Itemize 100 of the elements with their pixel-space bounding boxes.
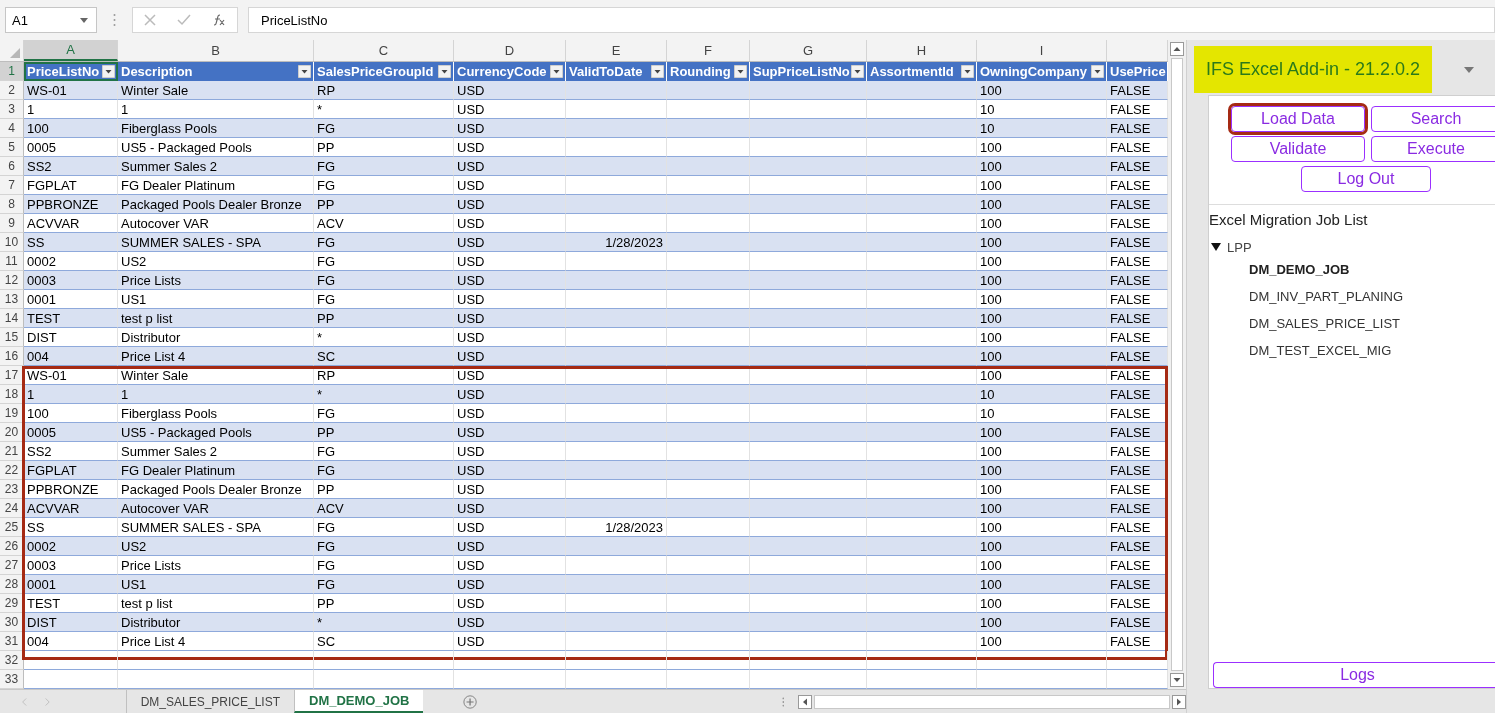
table-cell: USD (454, 271, 566, 290)
formula-field[interactable]: PriceListNo (248, 7, 1495, 33)
table-cell: USD (454, 423, 566, 442)
table-cell: 10 (977, 119, 1107, 138)
logs-button[interactable]: Logs (1213, 662, 1495, 688)
filter-dropdown-icon[interactable] (851, 65, 864, 78)
filter-dropdown-icon[interactable] (734, 65, 747, 78)
check-icon[interactable] (177, 14, 191, 26)
filter-dropdown-icon[interactable] (1091, 65, 1104, 78)
table-cell: DIST (24, 613, 118, 632)
table-cell: FG (314, 119, 454, 138)
name-box[interactable]: A1 (5, 7, 97, 33)
table-cell: Price Lists (118, 271, 314, 290)
table-cell: Distributor (118, 613, 314, 632)
column-letter[interactable]: I (977, 40, 1107, 61)
column-letter[interactable]: F (667, 40, 750, 61)
column-header-label: UsePrice (1110, 64, 1166, 79)
tree-node[interactable]: LPP (1209, 238, 1495, 256)
filter-dropdown-icon[interactable] (550, 65, 563, 78)
table-cell: * (314, 613, 454, 632)
filter-dropdown-icon[interactable] (102, 65, 115, 78)
table-cell: 1 (118, 385, 314, 404)
scroll-left-icon[interactable] (798, 694, 813, 709)
row-number: 30 (0, 613, 24, 632)
table-cell: 0001 (24, 575, 118, 594)
row-number: 10 (0, 233, 24, 252)
scroll-right-icon[interactable] (1172, 694, 1186, 709)
row-number: 32 (0, 651, 24, 670)
row-number: 23 (0, 480, 24, 499)
row-number: 24 (0, 499, 24, 518)
table-cell: US5 - Packaged Pools (118, 423, 314, 442)
filter-dropdown-icon[interactable] (961, 65, 974, 78)
filter-dropdown-icon[interactable] (298, 65, 311, 78)
column-letter[interactable]: H (867, 40, 977, 61)
table-cell: SUMMER SALES - SPA (118, 233, 314, 252)
table-cell: WS-01 (24, 81, 118, 100)
table-cell: USD (454, 195, 566, 214)
filter-dropdown-icon[interactable] (651, 65, 664, 78)
scrollbar-thumb[interactable] (814, 694, 1170, 709)
table-cell: 100 (977, 499, 1107, 518)
table-cell: 100 (977, 461, 1107, 480)
column-letter[interactable]: B (118, 40, 314, 61)
row-number: 5 (0, 138, 24, 157)
addin-button[interactable]: Validate (1231, 136, 1365, 162)
row-number: 17 (0, 366, 24, 385)
row-number: 11 (0, 252, 24, 271)
scrollbar-thumb[interactable] (1171, 58, 1183, 671)
function-icon[interactable] (212, 14, 227, 26)
table-cell: Packaged Pools Dealer Bronze (118, 195, 314, 214)
sheet-tab[interactable]: DM_DEMO_JOB (294, 690, 424, 713)
table-cell: USD (454, 309, 566, 328)
row-number: 16 (0, 347, 24, 366)
table-cell: 004 (24, 632, 118, 651)
table-cell: PP (314, 423, 454, 442)
table-cell: Fiberglass Pools (118, 119, 314, 138)
table-cell: USD (454, 233, 566, 252)
table-cell: test p list (118, 309, 314, 328)
row-number: 13 (0, 290, 24, 309)
table-cell: 100 (977, 613, 1107, 632)
row-number: 25 (0, 518, 24, 537)
table-cell: ACV (314, 499, 454, 518)
table-cell: 100 (977, 157, 1107, 176)
table-cell: FG (314, 157, 454, 176)
job-item[interactable]: DM_DEMO_JOB (1209, 256, 1495, 283)
column-letter[interactable]: E (566, 40, 667, 61)
table-cell: 100 (977, 233, 1107, 252)
table-cell: 100 (977, 309, 1107, 328)
row-number: 26 (0, 537, 24, 556)
job-list-title: Excel Migration Job List (1209, 211, 1369, 228)
table-cell: TEST (24, 309, 118, 328)
table-cell: PP (314, 309, 454, 328)
column-header-label: CurrencyCode (457, 64, 547, 79)
row-number: 28 (0, 575, 24, 594)
column-letter[interactable]: C (314, 40, 454, 61)
table-cell: 10 (977, 385, 1107, 404)
addin-button[interactable]: Load Data (1231, 106, 1365, 132)
column-letter[interactable]: D (454, 40, 566, 61)
scroll-down-icon[interactable] (1170, 673, 1184, 687)
expanded-triangle-icon[interactable] (1211, 242, 1221, 252)
row-number: 14 (0, 309, 24, 328)
row-number: 4 (0, 119, 24, 138)
table-cell: USD (454, 575, 566, 594)
table-cell: USD (454, 461, 566, 480)
row-number: 12 (0, 271, 24, 290)
filter-dropdown-icon[interactable] (438, 65, 451, 78)
column-letter[interactable]: A (24, 40, 118, 61)
addin-button[interactable]: Log Out (1301, 166, 1431, 192)
addin-button[interactable]: Search (1371, 106, 1495, 132)
job-item[interactable]: DM_SALES_PRICE_LIST (1209, 310, 1495, 337)
table-cell: SC (314, 347, 454, 366)
addin-button[interactable]: Execute (1371, 136, 1495, 162)
caret-icon[interactable] (1464, 66, 1475, 73)
table-cell: USD (454, 385, 566, 404)
job-item[interactable]: DM_INV_PART_PLANING (1209, 283, 1495, 310)
table-cell: PPBRONZE (24, 195, 118, 214)
drag-handle-icon (781, 695, 785, 708)
job-item[interactable]: DM_TEST_EXCEL_MIG (1209, 337, 1495, 364)
scroll-up-icon[interactable] (1170, 42, 1184, 56)
column-letter[interactable]: G (750, 40, 867, 61)
row-number: 20 (0, 423, 24, 442)
